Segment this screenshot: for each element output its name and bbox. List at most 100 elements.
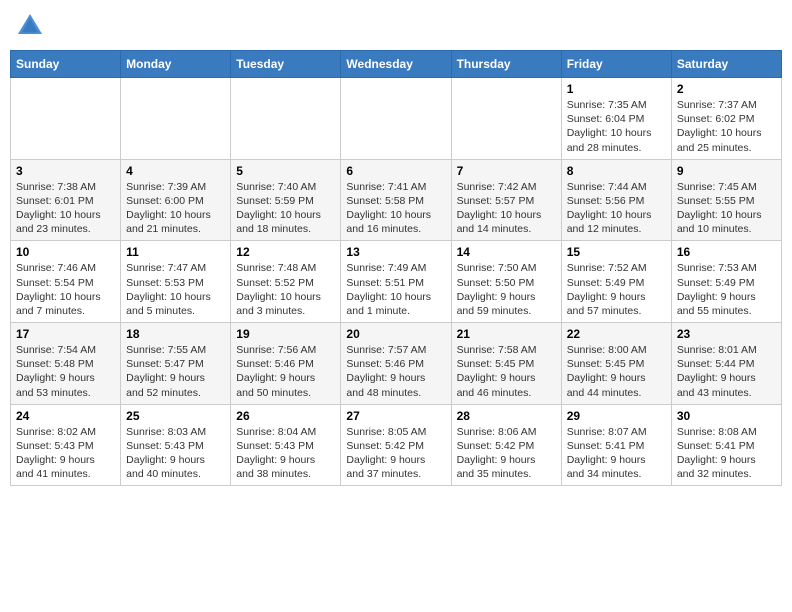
day-number: 13 <box>346 245 445 259</box>
day-info: Sunrise: 7:54 AM Sunset: 5:48 PM Dayligh… <box>16 343 115 400</box>
day-info: Sunrise: 7:52 AM Sunset: 5:49 PM Dayligh… <box>567 261 666 318</box>
calendar-cell: 21Sunrise: 7:58 AM Sunset: 5:45 PM Dayli… <box>451 323 561 405</box>
day-number: 19 <box>236 327 335 341</box>
day-info: Sunrise: 7:41 AM Sunset: 5:58 PM Dayligh… <box>346 180 445 237</box>
calendar-cell: 17 Sunrise: 7:54 AM Sunset: 5:48 PM Dayli… <box>11 323 121 405</box>
calendar-cell: 7 Sunrise: 7:42 AM Sunset: 5:57 PM Daylig… <box>451 159 561 241</box>
calendar-week-1: 1 Sunrise: 7:35 AM Sunset: 6:04 PM Daylig… <box>11 78 782 160</box>
day-info: Sunrise: 7:55 AM Sunset: 5:47 PM Dayligh… <box>126 343 225 400</box>
day-number: 27 <box>346 409 445 423</box>
day-info: Sunrise: 8:04 AM Sunset: 5:43 PM Dayligh… <box>236 425 335 482</box>
weekday-header-wednesday: Wednesday <box>341 51 451 78</box>
day-number: 16 <box>677 245 776 259</box>
day-number: 29 <box>567 409 666 423</box>
calendar-cell: 11 Sunrise: 7:47 AM Sunset: 5:53 PM Dayli… <box>121 241 231 323</box>
day-info: Sunrise: 8:00 AM Sunset: 5:45 PM Dayligh… <box>567 343 666 400</box>
day-number: 22 <box>567 327 666 341</box>
calendar-cell: 12 Sunrise: 7:48 AM Sunset: 5:52 PM Dayli… <box>231 241 341 323</box>
day-info: Sunrise: 8:05 AM Sunset: 5:42 PM Dayligh… <box>346 425 445 482</box>
weekday-header-sunday: Sunday <box>11 51 121 78</box>
day-number: 8 <box>567 164 666 178</box>
day-info: Sunrise: 8:03 AM Sunset: 5:43 PM Dayligh… <box>126 425 225 482</box>
day-info: Sunrise: 7:53 AM Sunset: 5:49 PM Dayligh… <box>677 261 776 318</box>
calendar-cell: 27 Sunrise: 8:05 AM Sunset: 5:42 PM Dayli… <box>341 404 451 486</box>
calendar-cell: 25 Sunrise: 8:03 AM Sunset: 5:43 PM Dayli… <box>121 404 231 486</box>
day-info: Sunrise: 7:40 AM Sunset: 5:59 PM Dayligh… <box>236 180 335 237</box>
weekday-header-tuesday: Tuesday <box>231 51 341 78</box>
calendar-cell: 5 Sunrise: 7:40 AM Sunset: 5:59 PM Daylig… <box>231 159 341 241</box>
calendar-week-4: 17 Sunrise: 7:54 AM Sunset: 5:48 PM Dayli… <box>11 323 782 405</box>
day-info: Sunrise: 7:50 AM Sunset: 5:50 PM Dayligh… <box>457 261 556 318</box>
calendar-cell <box>341 78 451 160</box>
day-info: Sunrise: 7:47 AM Sunset: 5:53 PM Dayligh… <box>126 261 225 318</box>
calendar-cell: 3Sunrise: 7:38 AM Sunset: 6:01 PM Daylig… <box>11 159 121 241</box>
calendar-cell <box>11 78 121 160</box>
calendar-week-5: 24 Sunrise: 8:02 AM Sunset: 5:43 PM Dayli… <box>11 404 782 486</box>
logo <box>14 10 50 42</box>
calendar-cell: 6 Sunrise: 7:41 AM Sunset: 5:58 PM Daylig… <box>341 159 451 241</box>
calendar-cell: 28 Sunrise: 8:06 AM Sunset: 5:42 PM Dayli… <box>451 404 561 486</box>
day-number: 2 <box>677 82 776 96</box>
calendar-week-3: 10Sunrise: 7:46 AM Sunset: 5:54 PM Dayli… <box>11 241 782 323</box>
calendar-week-2: 3Sunrise: 7:38 AM Sunset: 6:01 PM Daylig… <box>11 159 782 241</box>
calendar-cell: 23 Sunrise: 8:01 AM Sunset: 5:44 PM Dayli… <box>671 323 781 405</box>
day-number: 28 <box>457 409 556 423</box>
calendar-cell: 1 Sunrise: 7:35 AM Sunset: 6:04 PM Daylig… <box>561 78 671 160</box>
weekday-header-thursday: Thursday <box>451 51 561 78</box>
day-info: Sunrise: 8:07 AM Sunset: 5:41 PM Dayligh… <box>567 425 666 482</box>
day-info: Sunrise: 7:48 AM Sunset: 5:52 PM Dayligh… <box>236 261 335 318</box>
day-number: 25 <box>126 409 225 423</box>
day-number: 4 <box>126 164 225 178</box>
day-number: 20 <box>346 327 445 341</box>
day-number: 6 <box>346 164 445 178</box>
calendar-cell: 13 Sunrise: 7:49 AM Sunset: 5:51 PM Dayli… <box>341 241 451 323</box>
day-info: Sunrise: 7:44 AM Sunset: 5:56 PM Dayligh… <box>567 180 666 237</box>
logo-icon <box>14 10 46 42</box>
calendar-cell: 26 Sunrise: 8:04 AM Sunset: 5:43 PM Dayli… <box>231 404 341 486</box>
day-number: 24 <box>16 409 115 423</box>
weekday-header-saturday: Saturday <box>671 51 781 78</box>
day-info: Sunrise: 7:38 AM Sunset: 6:01 PM Dayligh… <box>16 180 115 237</box>
day-number: 17 <box>16 327 115 341</box>
calendar-cell <box>231 78 341 160</box>
day-info: Sunrise: 8:08 AM Sunset: 5:41 PM Dayligh… <box>677 425 776 482</box>
calendar-cell <box>121 78 231 160</box>
day-info: Sunrise: 7:56 AM Sunset: 5:46 PM Dayligh… <box>236 343 335 400</box>
calendar-cell: 14Sunrise: 7:50 AM Sunset: 5:50 PM Dayli… <box>451 241 561 323</box>
calendar-header: SundayMondayTuesdayWednesdayThursdayFrid… <box>11 51 782 78</box>
calendar-cell: 20Sunrise: 7:57 AM Sunset: 5:46 PM Dayli… <box>341 323 451 405</box>
calendar-cell: 9 Sunrise: 7:45 AM Sunset: 5:55 PM Daylig… <box>671 159 781 241</box>
weekday-header-row: SundayMondayTuesdayWednesdayThursdayFrid… <box>11 51 782 78</box>
weekday-header-monday: Monday <box>121 51 231 78</box>
day-info: Sunrise: 7:42 AM Sunset: 5:57 PM Dayligh… <box>457 180 556 237</box>
day-info: Sunrise: 7:39 AM Sunset: 6:00 PM Dayligh… <box>126 180 225 237</box>
day-number: 21 <box>457 327 556 341</box>
day-number: 12 <box>236 245 335 259</box>
calendar-cell: 29 Sunrise: 8:07 AM Sunset: 5:41 PM Dayli… <box>561 404 671 486</box>
day-number: 7 <box>457 164 556 178</box>
calendar-cell: 2 Sunrise: 7:37 AM Sunset: 6:02 PM Daylig… <box>671 78 781 160</box>
day-number: 1 <box>567 82 666 96</box>
day-info: Sunrise: 7:37 AM Sunset: 6:02 PM Dayligh… <box>677 98 776 155</box>
day-info: Sunrise: 8:02 AM Sunset: 5:43 PM Dayligh… <box>16 425 115 482</box>
day-info: Sunrise: 7:35 AM Sunset: 6:04 PM Dayligh… <box>567 98 666 155</box>
calendar-cell: 19 Sunrise: 7:56 AM Sunset: 5:46 PM Dayli… <box>231 323 341 405</box>
day-number: 18 <box>126 327 225 341</box>
calendar-cell: 10Sunrise: 7:46 AM Sunset: 5:54 PM Dayli… <box>11 241 121 323</box>
day-number: 11 <box>126 245 225 259</box>
calendar-cell: 30 Sunrise: 8:08 AM Sunset: 5:41 PM Dayli… <box>671 404 781 486</box>
day-info: Sunrise: 7:49 AM Sunset: 5:51 PM Dayligh… <box>346 261 445 318</box>
day-info: Sunrise: 8:06 AM Sunset: 5:42 PM Dayligh… <box>457 425 556 482</box>
day-info: Sunrise: 7:45 AM Sunset: 5:55 PM Dayligh… <box>677 180 776 237</box>
day-number: 30 <box>677 409 776 423</box>
day-number: 10 <box>16 245 115 259</box>
calendar-cell: 16 Sunrise: 7:53 AM Sunset: 5:49 PM Dayli… <box>671 241 781 323</box>
calendar-cell: 24 Sunrise: 8:02 AM Sunset: 5:43 PM Dayli… <box>11 404 121 486</box>
calendar-table: SundayMondayTuesdayWednesdayThursdayFrid… <box>10 50 782 486</box>
day-number: 23 <box>677 327 776 341</box>
day-number: 9 <box>677 164 776 178</box>
day-number: 5 <box>236 164 335 178</box>
page-header <box>10 10 782 42</box>
day-number: 26 <box>236 409 335 423</box>
day-info: Sunrise: 8:01 AM Sunset: 5:44 PM Dayligh… <box>677 343 776 400</box>
